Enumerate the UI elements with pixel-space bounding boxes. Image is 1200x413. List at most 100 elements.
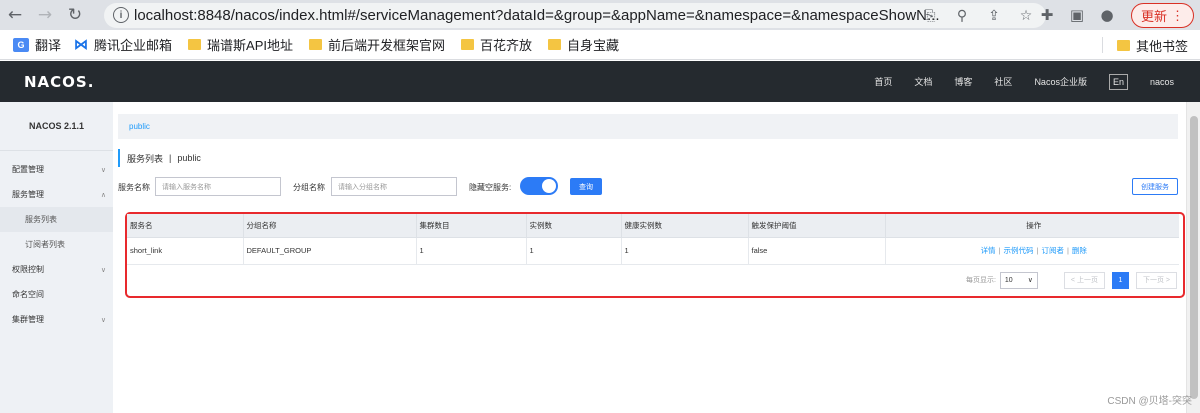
nav-home[interactable]: 首页 xyxy=(874,75,892,88)
nacos-logo[interactable]: NACOS. xyxy=(24,73,94,91)
sample-code-link[interactable]: 示例代码 xyxy=(1004,246,1034,255)
subscribers-link[interactable]: 订阅者 xyxy=(1041,246,1064,255)
namespace-tab[interactable]: public xyxy=(129,122,150,131)
nav-blog[interactable]: 博客 xyxy=(954,75,972,88)
bookmark-folder[interactable]: 瑞谱斯API地址 xyxy=(188,35,293,54)
cell-healthy-count: 1 xyxy=(621,237,749,265)
cell-actions: 详情 | 示例代码 | 订阅者 | 删除 xyxy=(885,237,1179,265)
toggle-knob xyxy=(542,179,556,193)
bookmark-label: 百花齐放 xyxy=(480,38,533,53)
bookmark-label: 瑞谱斯API地址 xyxy=(207,38,293,53)
folder-icon xyxy=(188,39,202,50)
other-bookmarks-label: 其他书签 xyxy=(1135,38,1188,54)
bookmark-folder[interactable]: 前后端开发框架官网 xyxy=(309,35,445,54)
sidebar-item-cluster[interactable]: 集群管理 ∨ xyxy=(0,307,113,332)
sidebar-item-label: 权限控制 xyxy=(12,265,44,274)
col-threshold: 触发保护阈值 xyxy=(748,214,886,238)
cell-service-name: short_link xyxy=(127,237,244,265)
cell-group-name: DEFAULT_GROUP xyxy=(243,237,417,265)
per-page-select[interactable]: 10 ∨ xyxy=(999,271,1038,289)
translate-icon: G xyxy=(13,37,29,52)
folder-icon xyxy=(548,39,562,50)
sidepanel-icon[interactable]: ▣ xyxy=(1062,0,1092,30)
sidebar-item-service-list[interactable]: 服务列表 xyxy=(0,207,113,232)
cell-threshold: false xyxy=(748,237,886,265)
group-name-label: 分组名称 xyxy=(293,183,325,192)
watermark: CSDN @贝塔-突突 xyxy=(1107,396,1192,407)
sidebar-item-label: 命名空间 xyxy=(12,290,44,299)
chevron-down-icon: ∨ xyxy=(100,315,106,324)
update-button[interactable]: 更新 ⋮ xyxy=(1131,3,1194,28)
other-bookmarks[interactable]: 其他书签 xyxy=(1101,30,1188,60)
back-icon[interactable]: ← xyxy=(0,0,30,30)
per-page-value: 10 xyxy=(1004,276,1013,284)
site-info-icon[interactable]: i xyxy=(113,7,129,23)
bookmark-folder[interactable]: 自身宝藏 xyxy=(548,35,619,54)
bookmark-translate[interactable]: G 翻译 xyxy=(13,35,61,54)
service-table-highlight: 服务名 分组名称 集群数目 实例数 健康实例数 触发保护阈值 操作 short_… xyxy=(125,212,1185,298)
top-nav: 首页 文档 博客 社区 Nacos企业版 En nacos xyxy=(874,61,1200,102)
prev-page-button[interactable]: < 上一页 xyxy=(1063,271,1105,289)
translate-page-icon[interactable]: ⎘ xyxy=(914,3,946,28)
app-header: NACOS. 首页 文档 博客 社区 Nacos企业版 En nacos xyxy=(0,61,1200,102)
bookmark-folder[interactable]: 百花齐放 xyxy=(461,35,532,54)
bookmark-tencent-mail[interactable]: ⋈ 腾讯企业邮箱 xyxy=(74,35,172,54)
title-separator: | xyxy=(169,153,172,163)
folder-icon xyxy=(309,39,322,50)
service-name-input[interactable]: 请输入服务名称 xyxy=(155,177,281,196)
delete-link[interactable]: 删除 xyxy=(1072,246,1087,255)
sidebar-item-label: 集群管理 xyxy=(12,315,44,324)
folder-icon xyxy=(1116,39,1130,51)
scrollbar-thumb[interactable] xyxy=(1190,116,1198,399)
browser-toolbar: ← → ↻ i localhost:8848/nacos/index.html#… xyxy=(0,0,1200,30)
col-group-name: 分组名称 xyxy=(243,214,417,238)
more-icon: ⋮ xyxy=(1171,7,1184,23)
sidebar-item-auth[interactable]: 权限控制 ∨ xyxy=(0,257,113,282)
nav-community[interactable]: 社区 xyxy=(994,75,1012,88)
create-service-button[interactable]: 创建服务 xyxy=(1132,178,1178,195)
pagination: 每页显示: 10 ∨ < 上一页 1 下一页 > xyxy=(966,271,1177,289)
sidebar-item-config[interactable]: 配置管理 ∨ xyxy=(0,157,113,182)
col-cluster-count: 集群数目 xyxy=(416,214,527,238)
sidebar-item-service[interactable]: 服务管理 ∧ xyxy=(0,182,113,207)
scrollbar[interactable] xyxy=(1186,102,1200,413)
next-page-button[interactable]: 下一页 > xyxy=(1135,271,1177,289)
tencent-mail-icon: ⋈ xyxy=(74,36,89,52)
hide-empty-label: 隐藏空服务: xyxy=(469,183,512,192)
hide-empty-toggle[interactable] xyxy=(520,177,558,195)
sidebar-item-subscribers[interactable]: 订阅者列表 xyxy=(0,232,113,257)
url-bar[interactable]: i localhost:8848/nacos/index.html#/servi… xyxy=(104,3,1046,28)
col-instance-count: 实例数 xyxy=(526,214,622,238)
col-healthy-count: 健康实例数 xyxy=(621,214,749,238)
query-button[interactable]: 查询 xyxy=(570,178,602,195)
group-name-input[interactable]: 请输入分组名称 xyxy=(331,177,457,196)
chevron-up-icon: ∧ xyxy=(100,190,106,199)
profile-icon[interactable]: ● xyxy=(1092,0,1122,30)
bookmark-label: 自身宝藏 xyxy=(567,38,620,53)
user-menu[interactable]: nacos xyxy=(1150,77,1174,87)
forward-icon[interactable]: → xyxy=(30,0,60,30)
service-name-label: 服务名称 xyxy=(118,183,150,192)
sidebar-item-label: 服务管理 xyxy=(12,190,44,199)
extensions-icon[interactable]: ✚ xyxy=(1032,0,1062,30)
reload-icon[interactable]: ↻ xyxy=(60,0,90,30)
nav-docs[interactable]: 文档 xyxy=(914,75,932,88)
bookmark-label: 翻译 xyxy=(35,38,62,53)
update-label: 更新 xyxy=(1140,9,1167,24)
bookmark-label: 腾讯企业邮箱 xyxy=(94,38,173,53)
page-number-current[interactable]: 1 xyxy=(1111,271,1129,289)
per-page-label: 每页显示: xyxy=(965,277,996,284)
detail-link[interactable]: 详情 xyxy=(981,246,996,255)
language-toggle[interactable]: En xyxy=(1108,73,1128,90)
service-table: 服务名 分组名称 集群数目 实例数 健康实例数 触发保护阈值 操作 short_… xyxy=(127,214,1179,265)
bookmark-label: 前后端开发框架官网 xyxy=(328,38,446,53)
zoom-icon[interactable]: ⚲ xyxy=(946,3,978,28)
nav-enterprise[interactable]: Nacos企业版 xyxy=(1034,75,1087,88)
page-title-text: 服务列表 xyxy=(127,153,164,164)
col-actions: 操作 xyxy=(885,214,1179,238)
page-title: 服务列表 | public xyxy=(118,149,201,167)
folder-icon xyxy=(461,39,475,50)
bookmarks-bar: G 翻译 ⋈ 腾讯企业邮箱 瑞谱斯API地址 前后端开发框架官网 百花齐放 自身… xyxy=(0,30,1200,60)
sidebar-item-namespace[interactable]: 命名空间 xyxy=(0,282,113,307)
share-icon[interactable]: ⇪ xyxy=(978,3,1010,28)
